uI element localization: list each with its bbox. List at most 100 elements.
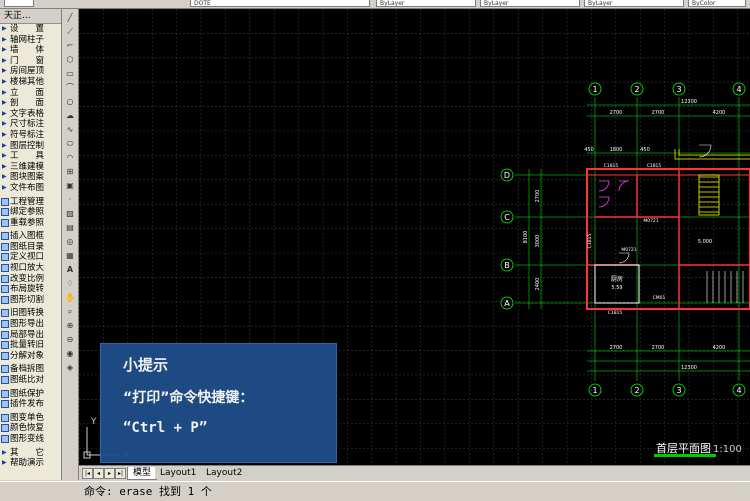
sidebar-item[interactable]: ▶ 其 它 xyxy=(0,448,61,459)
window-label: C1815 xyxy=(647,163,662,169)
sidebar-item[interactable]: 颜色恢复 xyxy=(0,423,61,434)
dimension-text: 4200 xyxy=(713,110,726,116)
sidebar-item[interactable]: 图纸保护 xyxy=(0,389,61,400)
sidebar-item[interactable]: 旧图转换 xyxy=(0,308,61,319)
design-center-icon[interactable]: ◈ xyxy=(64,363,76,373)
sidebar-title[interactable]: 天正... xyxy=(0,9,61,24)
ellipse-arc-icon[interactable]: ◠ xyxy=(64,153,76,163)
sidebar-item[interactable]: 图形切割 xyxy=(0,295,61,306)
sidebar-item[interactable]: 备档拆图 xyxy=(0,364,61,375)
sidebar-item[interactable]: ▶ 图层控制 xyxy=(0,141,61,152)
room-area: 5.59 xyxy=(611,285,622,291)
layer-dropdown[interactable]: DOTE xyxy=(190,0,370,7)
construction-line-icon[interactable]: ⟋ xyxy=(64,27,76,37)
sidebar-item-label: 颜色恢复 xyxy=(10,423,45,434)
last-tab-icon[interactable]: ▸| xyxy=(115,468,126,479)
sidebar-item[interactable]: ▶ 文件布图 xyxy=(0,183,61,194)
hatch-icon[interactable]: ▨ xyxy=(64,209,76,219)
sidebar-item[interactable]: 布局旋转 xyxy=(0,284,61,295)
zoom-previous-icon[interactable]: ⊖ xyxy=(64,335,76,345)
sidebar-item[interactable]: ▶ 轴网柱子 xyxy=(0,35,61,46)
sidebar-item[interactable]: ▶ 立 面 xyxy=(0,88,61,99)
sidebar-item[interactable]: 局部导出 xyxy=(0,330,61,341)
line-tool-icon[interactable]: ╱ xyxy=(64,13,76,23)
sidebar-item[interactable]: ▶ 三维建模 xyxy=(0,162,61,173)
properties-icon[interactable]: ◉ xyxy=(64,349,76,359)
command-icon xyxy=(1,434,9,443)
sidebar-item[interactable]: 工程管理 xyxy=(0,197,61,208)
sidebar-item[interactable]: 绑定参照 xyxy=(0,207,61,218)
sidebar-item[interactable]: ▶ 符号标注 xyxy=(0,130,61,141)
ellipse-icon[interactable]: ⬭ xyxy=(64,139,76,149)
axis-label-bottom: 1 xyxy=(592,386,597,395)
sidebar-item[interactable]: 图纸比对 xyxy=(0,375,61,386)
pan-icon[interactable]: ✋ xyxy=(64,293,76,303)
sidebar-item-label: 其 它 xyxy=(10,447,45,458)
point-icon[interactable]: · xyxy=(64,195,76,205)
tab-layout1[interactable]: Layout1 xyxy=(155,467,202,479)
sidebar-item[interactable]: ▶ 楼梯其他 xyxy=(0,77,61,88)
circle-icon[interactable]: ○ xyxy=(64,97,76,107)
revision-cloud-icon[interactable]: ☁ xyxy=(64,111,76,121)
command-icon xyxy=(1,424,9,433)
arc-icon[interactable]: ⌒ xyxy=(64,83,76,93)
submenu-arrow-icon: ▶ xyxy=(2,162,7,170)
polyline-icon[interactable]: ⌐ xyxy=(64,41,76,51)
sidebar-item[interactable]: ▶ 门 窗 xyxy=(0,56,61,67)
tab-model[interactable]: 模型 xyxy=(127,467,158,480)
sidebar-item[interactable]: 分解对象 xyxy=(0,351,61,362)
sidebar-item[interactable]: ▶ 尺寸标注 xyxy=(0,119,61,130)
sidebar-item[interactable]: ▶ 帮助演示 xyxy=(0,458,61,469)
linetype-dropdown[interactable]: ByLayer xyxy=(480,0,580,7)
sidebar-item[interactable]: ▶ 墙 体 xyxy=(0,45,61,56)
rectangle-icon[interactable]: ▭ xyxy=(64,69,76,79)
lineweight-dropdown[interactable]: ByLayer xyxy=(584,0,684,7)
floor-plan: 1 1 2 2 3 3 4 4 D C B A 12300 2700 2700 4200 450 1800 450 2… xyxy=(500,82,750,397)
gradient-icon[interactable]: ▤ xyxy=(64,223,76,233)
sidebar-item[interactable]: ▶ 房间屋顶 xyxy=(0,66,61,77)
table-icon[interactable]: ▦ xyxy=(64,251,76,261)
plotstyle-dropdown[interactable]: ByColor xyxy=(688,0,746,7)
sidebar-item[interactable]: 插入图框 xyxy=(0,231,61,242)
sidebar-item[interactable]: 重载参照 xyxy=(0,218,61,229)
sidebar-item[interactable]: ▶ 剖 面 xyxy=(0,98,61,109)
spline-icon[interactable]: ∿ xyxy=(64,125,76,135)
zoom-realtime-icon[interactable]: ⌕ xyxy=(64,307,76,317)
sidebar-item[interactable]: ▶ 文字表格 xyxy=(0,109,61,120)
sidebar-item-label: 文字表格 xyxy=(10,108,45,119)
multiline-text-icon[interactable]: A xyxy=(64,265,76,275)
sidebar-item[interactable]: ▶ 图块图案 xyxy=(0,172,61,183)
command-icon xyxy=(1,365,9,374)
sidebar-item[interactable]: 图变单色 xyxy=(0,413,61,424)
sidebar-item-label: 图块图案 xyxy=(10,172,45,183)
next-tab-icon[interactable]: ▸ xyxy=(104,468,115,479)
dimension-text: 2700 xyxy=(610,345,623,351)
sidebar-item[interactable]: 视口放大 xyxy=(0,263,61,274)
command-line[interactable]: 命令: erase 找到 1 个 xyxy=(0,481,750,501)
sidebar-item[interactable]: 改变比例 xyxy=(0,274,61,285)
paint-icon[interactable]: ♢ xyxy=(64,279,76,289)
sidebar-item[interactable]: 批量转旧 xyxy=(0,340,61,351)
sidebar-item[interactable]: 图形变线 xyxy=(0,434,61,445)
zoom-window-icon[interactable]: ⊕ xyxy=(64,321,76,331)
insert-block-icon[interactable]: ⊞ xyxy=(64,167,76,177)
layer-state-dropdown[interactable] xyxy=(4,0,34,7)
polygon-icon[interactable]: ⬡ xyxy=(64,55,76,65)
sidebar-item[interactable]: ▶ 设 置 xyxy=(0,24,61,35)
sidebar-item[interactable]: 插件发布 xyxy=(0,399,61,410)
color-dropdown[interactable]: ByLayer xyxy=(376,0,476,7)
make-block-icon[interactable]: ▣ xyxy=(64,181,76,191)
sidebar-item[interactable]: 图形导出 xyxy=(0,319,61,330)
submenu-arrow-icon: ▶ xyxy=(2,173,7,181)
axis-label-left: D xyxy=(504,171,510,180)
sidebar-item[interactable]: 定义视口 xyxy=(0,252,61,263)
region-icon[interactable]: ◎ xyxy=(64,237,76,247)
window-label: C1815 xyxy=(604,163,619,169)
sidebar-item[interactable]: 图纸目录 xyxy=(0,242,61,253)
tab-layout2[interactable]: Layout2 xyxy=(201,467,248,479)
first-tab-icon[interactable]: |◂ xyxy=(82,468,93,479)
sidebar-item[interactable]: ▶ 工 具 xyxy=(0,151,61,162)
axis-label-top: 4 xyxy=(736,85,741,94)
prev-tab-icon[interactable]: ◂ xyxy=(93,468,104,479)
dimension-text: 12300 xyxy=(681,99,697,105)
